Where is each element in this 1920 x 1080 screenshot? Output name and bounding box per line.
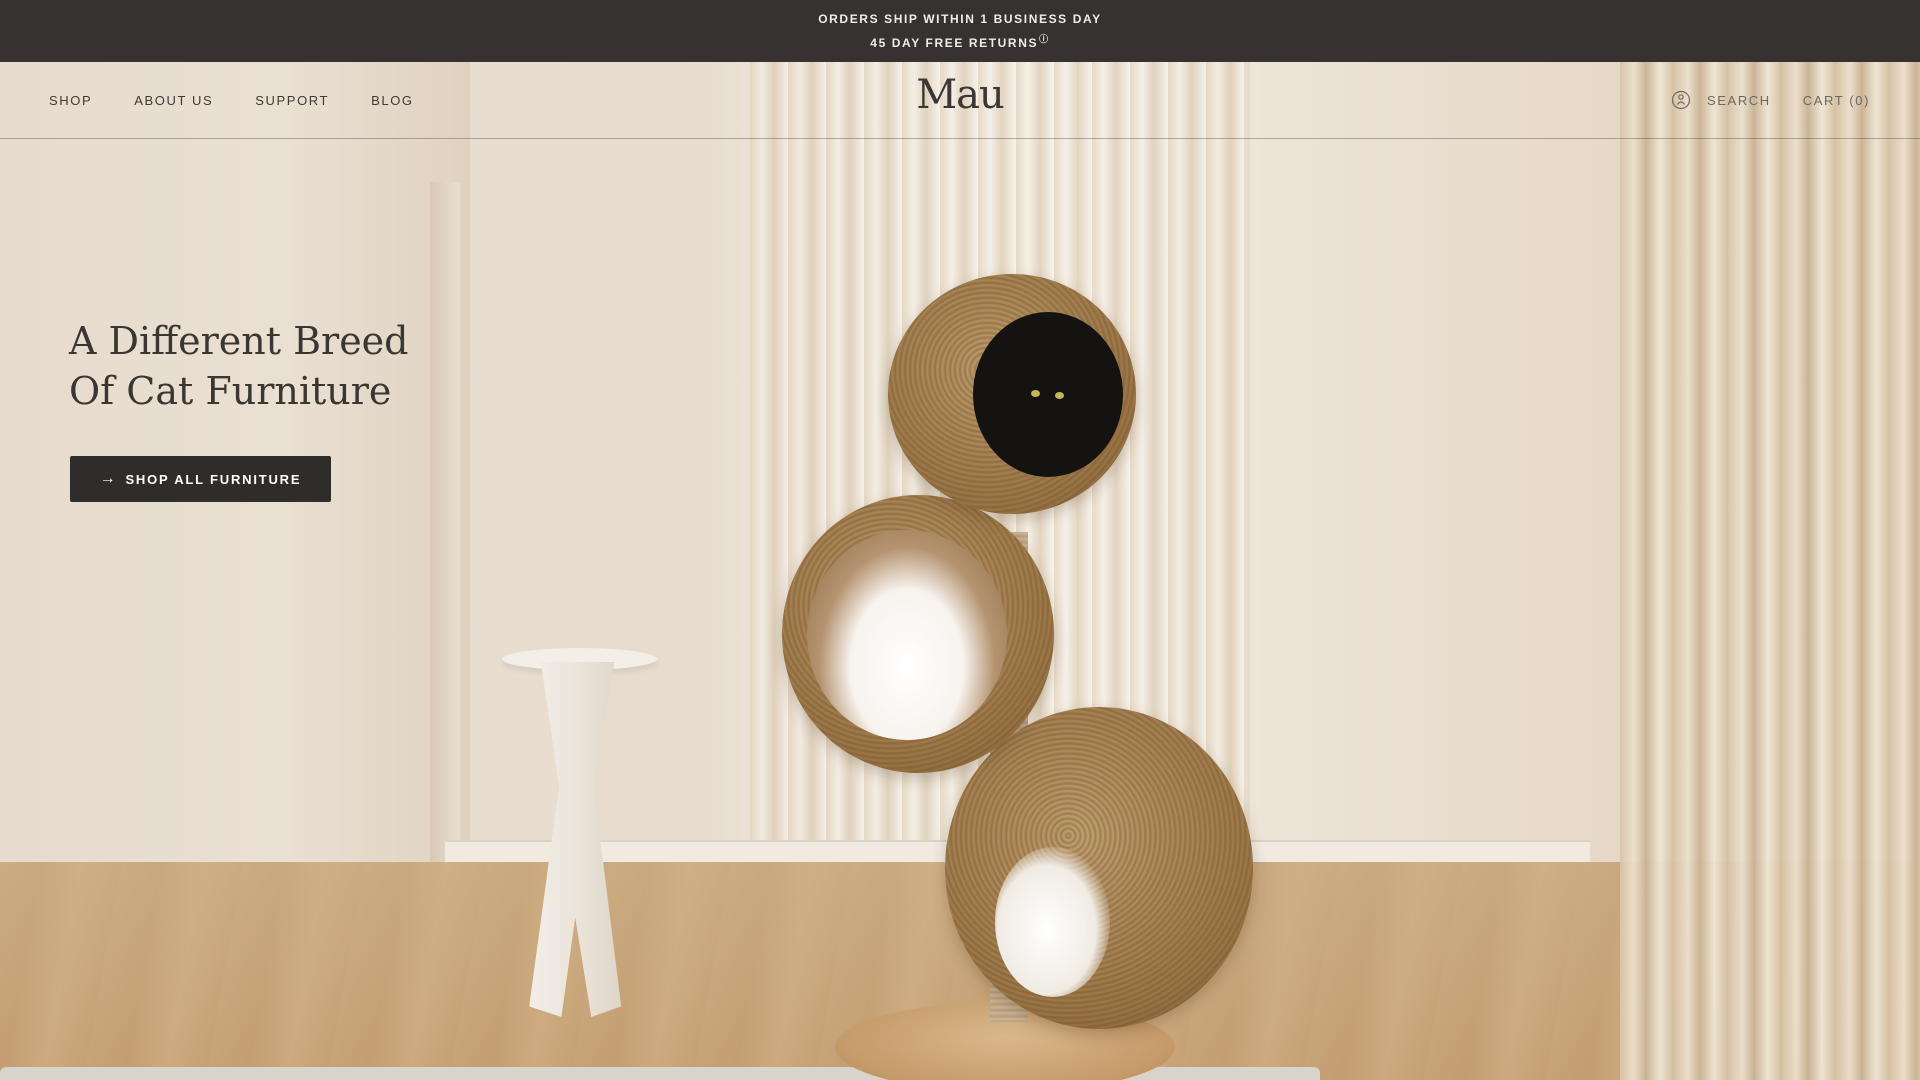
shop-all-furniture-button[interactable]: → SHOP ALL FURNITURE (70, 456, 331, 502)
cart-link[interactable]: CART (0) (1803, 93, 1870, 108)
arrow-right-icon: → (99, 470, 118, 487)
sphere-cushion (807, 530, 1007, 740)
wall-left (0, 62, 470, 967)
side-curtain (1620, 62, 1920, 1080)
hero-title: A Different Breed Of Cat Furniture (69, 316, 489, 416)
announcement-returns[interactable]: 45 DAY FREE RETURNSⓘ (870, 29, 1049, 53)
nav-shop[interactable]: SHOP (49, 93, 92, 108)
site-header: SHOP ABOUT US SUPPORT BLOG Mau SEARCH CA… (0, 62, 1920, 139)
nav-about-us[interactable]: ABOUT US (134, 93, 213, 108)
announcement-shipping: ORDERS SHIP WITHIN 1 BUSINESS DAY (818, 12, 1102, 26)
info-icon[interactable]: ⓘ (1039, 34, 1050, 44)
hero-title-line1: A Different Breed (69, 319, 409, 363)
cat-eye (1055, 392, 1064, 399)
cat-tree-sphere-bottom (945, 707, 1253, 1029)
nav-blog[interactable]: BLOG (371, 93, 414, 108)
sphere-cushion (995, 847, 1110, 997)
search-link[interactable]: SEARCH (1707, 93, 1771, 108)
site-logo[interactable]: Mau (910, 72, 1010, 118)
cta-label: SHOP ALL FURNITURE (125, 471, 302, 487)
hero-image (0, 62, 1920, 1080)
account-icon[interactable] (1671, 90, 1691, 110)
cat-tree-sphere-middle (782, 495, 1054, 773)
main-nav: SHOP ABOUT US SUPPORT BLOG (49, 62, 414, 138)
announcement-bar: ORDERS SHIP WITHIN 1 BUSINESS DAY 45 DAY… (0, 0, 1920, 62)
cat-tree-sphere-top (888, 274, 1136, 514)
announcement-returns-text: 45 DAY FREE RETURNS (870, 36, 1039, 50)
cat-eye (1031, 390, 1040, 397)
nav-support[interactable]: SUPPORT (255, 93, 329, 108)
hero-title-line2: Of Cat Furniture (69, 369, 392, 413)
black-cat (973, 312, 1123, 477)
utility-nav: SEARCH CART (0) (1671, 62, 1870, 138)
